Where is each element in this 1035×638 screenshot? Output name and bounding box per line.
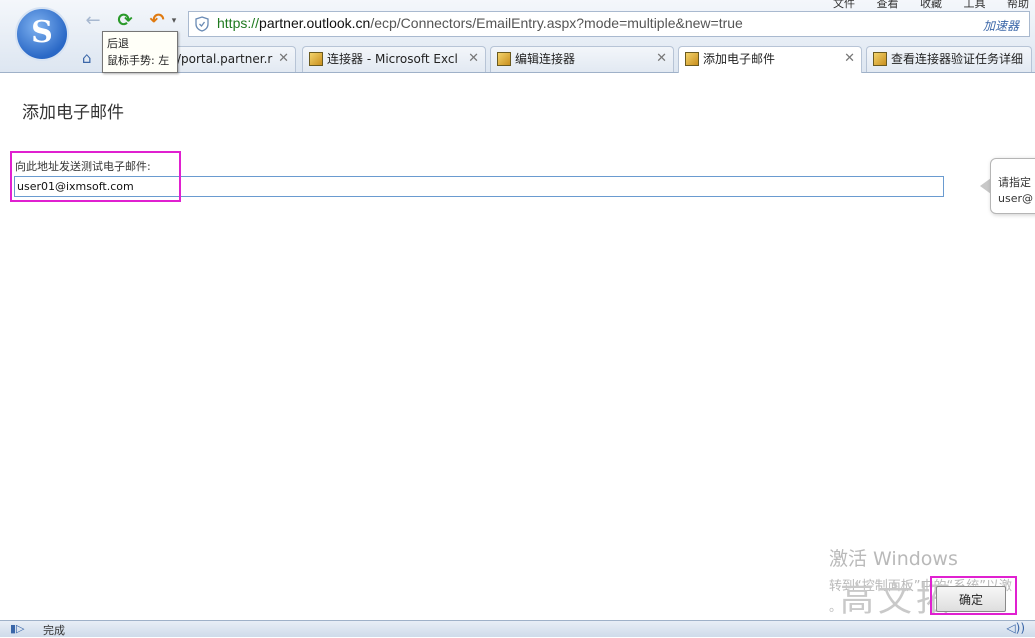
tab-label: 添加电子邮件 bbox=[703, 52, 776, 66]
menu-view[interactable]: 查看 bbox=[877, 0, 899, 10]
mail-icon bbox=[873, 52, 887, 66]
accelerator-button[interactable]: 加速器 bbox=[983, 17, 1019, 34]
address-bar[interactable]: https://partner.outlook.cn/ecp/Connector… bbox=[188, 11, 1030, 37]
menu-tools[interactable]: 工具 bbox=[964, 0, 986, 10]
url-text: https://partner.outlook.cn/ecp/Connector… bbox=[217, 15, 743, 31]
tab-label: 编辑连接器 bbox=[515, 52, 576, 66]
close-icon[interactable]: ✕ bbox=[468, 47, 479, 71]
email-field-label: 向此地址发送测试电子邮件: bbox=[15, 160, 151, 173]
tooltip-gesture: 鼠标手势: 左 bbox=[107, 54, 170, 67]
callout-example: user@ bbox=[998, 192, 1033, 205]
tab-label: /portal.partner.r bbox=[177, 52, 273, 66]
menu-favorites[interactable]: 收藏 bbox=[920, 0, 942, 10]
tab-label: 连接器 - Microsoft Excl bbox=[327, 52, 458, 66]
refresh-icon[interactable]: ⟳ bbox=[114, 10, 136, 32]
undo-icon[interactable]: ↶ bbox=[146, 10, 168, 32]
tab-add-email[interactable]: 添加电子邮件 ✕ bbox=[678, 46, 862, 73]
back-tooltip: 后退 鼠标手势: 左 bbox=[102, 31, 178, 73]
status-icon: ▮▷ bbox=[10, 622, 25, 635]
back-arrow-icon[interactable]: ← bbox=[82, 10, 104, 32]
tab-portal[interactable]: /portal.partner.r ✕ bbox=[168, 46, 296, 72]
close-icon[interactable]: ✕ bbox=[656, 47, 667, 71]
tab-label: 查看连接器验证任务详细 bbox=[891, 52, 1024, 66]
email-field[interactable] bbox=[14, 176, 944, 197]
tab-view-task-details[interactable]: 查看连接器验证任务详细 bbox=[866, 46, 1032, 72]
menu-file[interactable]: 文件 bbox=[833, 0, 855, 10]
menu-bar: 文件 查看 收藏 工具 帮助 bbox=[815, 0, 1029, 10]
url-path: /ecp/Connectors/EmailEntry.aspx?mode=mul… bbox=[370, 15, 743, 31]
mail-icon bbox=[309, 52, 323, 66]
callout-text: 请指定 bbox=[998, 176, 1031, 189]
ok-button[interactable]: 确定 bbox=[936, 586, 1006, 612]
url-host: partner.outlook.cn bbox=[259, 15, 371, 31]
page-title: 添加电子邮件 bbox=[22, 103, 124, 123]
validation-callout: 请指定 user@ bbox=[990, 158, 1035, 214]
status-bar: ▮▷ 完成 ◁)) bbox=[0, 620, 1035, 637]
watermark-title: 激活 Windows bbox=[829, 548, 958, 570]
chevron-down-icon[interactable]: ▾ bbox=[168, 10, 180, 32]
menu-help[interactable]: 帮助 bbox=[1007, 0, 1029, 10]
close-icon[interactable]: ✕ bbox=[278, 47, 289, 71]
url-scheme: https:// bbox=[217, 15, 260, 31]
speaker-icon[interactable]: ◁)) bbox=[1006, 621, 1025, 635]
mail-icon bbox=[685, 52, 699, 66]
tab-edit-connector[interactable]: 编辑连接器 ✕ bbox=[490, 46, 674, 72]
tab-connectors[interactable]: 连接器 - Microsoft Excl ✕ bbox=[302, 46, 486, 72]
mail-icon bbox=[497, 52, 511, 66]
shield-icon bbox=[195, 16, 209, 32]
close-icon[interactable]: ✕ bbox=[844, 47, 855, 71]
home-icon[interactable]: ⌂ bbox=[82, 49, 92, 67]
tooltip-title: 后退 bbox=[107, 37, 129, 50]
browser-logo[interactable]: S bbox=[15, 7, 69, 61]
logo-glyph: S bbox=[31, 15, 53, 50]
